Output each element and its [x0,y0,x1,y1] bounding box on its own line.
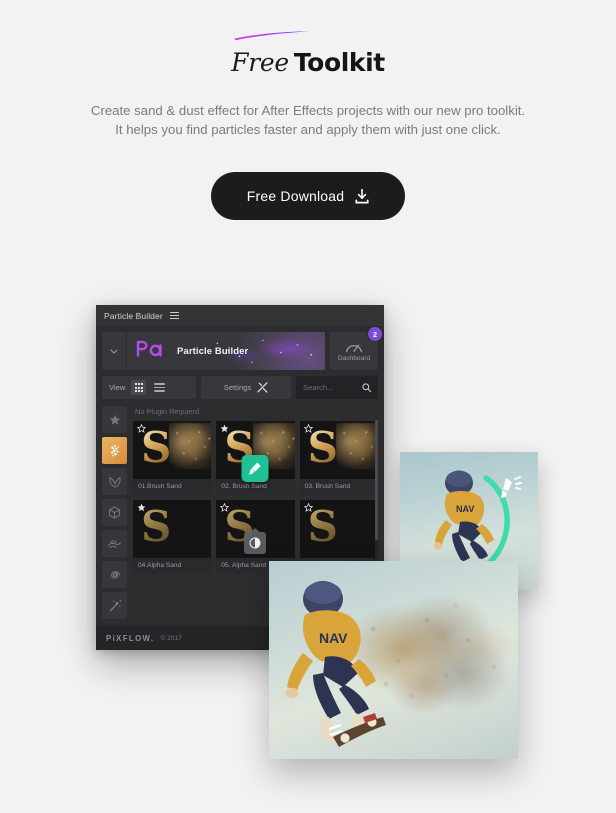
sidebar-item-laurel[interactable] [102,468,127,495]
brush-tool-badge[interactable] [241,455,269,482]
gauge-icon [345,344,363,352]
sidebar-item-spiral[interactable] [102,561,127,588]
pixflow-logo: PiXFLOW. [106,633,155,643]
scrollbar-thumb[interactable] [375,420,378,540]
brand-bar: Particle Builder Dashboard 2 [102,326,383,370]
settings-button[interactable]: Settings [201,376,291,399]
thumbnail-preview: S [133,421,212,479]
smoke-icon [108,539,121,548]
dashboard-button[interactable]: Dashboard 2 [330,326,383,370]
cube-icon [108,506,121,519]
sidebar-item-elements-3d[interactable] [102,499,127,526]
grid-view-icon[interactable] [131,380,147,395]
product-name: Particle Builder [177,345,249,357]
table-row[interactable]: S 01.Brush Sand [133,421,212,495]
skateboarder-dust-effect-card: NAV [269,561,518,759]
sidebar-item-particles[interactable] [102,437,127,464]
window-titlebar: Particle Builder [96,305,384,326]
brush-cursor-icon [500,476,522,498]
hero-section: Free Toolkit Create sand & dust effect fo… [0,0,616,221]
table-row[interactable]: S 02. Brush Sand [216,421,295,495]
thumbnail-preview: S [299,421,378,479]
free-download-button[interactable]: Free Download [210,172,406,221]
star-icon [109,414,120,425]
thumbnail-preview: S [299,500,378,558]
magnifier-icon [362,383,371,392]
spiral-icon [110,570,120,578]
dashboard-label: Dashboard [337,354,371,362]
free-download-label: Free Download [246,188,345,205]
page-subtitle: Create sand & dust effect for After Effe… [0,76,616,139]
section-label: No Plugin Requierd [135,407,200,416]
title-underline-swoosh [234,31,310,41]
subtitle-line-1: Create sand & dust effect for After Effe… [90,103,526,118]
star-icon[interactable] [137,503,146,512]
contrast-icon [249,537,261,549]
hamburger-menu-icon[interactable] [169,312,179,319]
tools-icon [257,382,268,393]
dashboard-badge: 2 [367,326,383,342]
download-icon [355,188,369,204]
thumbnail-grid: S 01.Brush Sand S 02. Brush Sand S 03. B… [133,421,378,574]
page-title-bold: Toolkit [293,48,385,77]
star-icon[interactable] [303,503,313,512]
star-icon[interactable] [220,424,229,433]
search-input[interactable]: Search... [296,376,378,399]
sidebar-item-magic[interactable] [102,592,127,619]
category-sidebar [102,406,127,636]
list-item: 03. Brush Sand [299,479,378,495]
list-view-icon[interactable] [152,380,167,395]
view-group: View [102,376,196,399]
star-icon[interactable] [137,424,146,433]
thumbnail-preview: S [133,500,212,558]
cta-container: Free Download [0,139,616,221]
contrast-badge[interactable] [244,532,267,554]
subtitle-line-2: It helps you find particles faster and a… [115,122,501,138]
list-item: 04.Alpha Sand [133,558,212,574]
app-toolbar: View Settings Search... [102,376,378,399]
table-row[interactable]: S 03. Brush Sand [299,421,378,495]
laurel-wreath-icon [108,476,121,487]
magic-wand-icon [109,599,121,611]
sidebar-item-favorites[interactable] [102,406,127,433]
view-label: View [109,383,126,392]
page-root: Free Toolkit Create sand & dust effect fo… [0,0,616,813]
svg-text:NAV: NAV [456,504,474,514]
list-item: 01.Brush Sand [133,479,212,495]
chevron-down-icon[interactable] [102,332,127,370]
pa-logo [136,340,164,362]
brand-panel: Particle Builder [102,332,325,370]
sidebar-item-smoke[interactable] [102,530,127,557]
search-placeholder: Search... [303,383,334,392]
table-row[interactable]: S 04.Alpha Sand [133,500,212,574]
brush-cursor-icon [249,462,262,475]
particles-icon [110,444,119,456]
skateboarder-figure: NAV [285,581,386,747]
page-title: Free Toolkit [231,0,385,76]
copyright-text: © 2017 [160,634,182,642]
page-title-italic: Free [231,48,289,77]
window-title: Particle Builder [104,310,163,321]
settings-label: Settings [223,383,252,392]
star-icon[interactable] [303,424,313,433]
svg-text:NAV: NAV [319,630,348,646]
star-icon[interactable] [220,503,230,512]
